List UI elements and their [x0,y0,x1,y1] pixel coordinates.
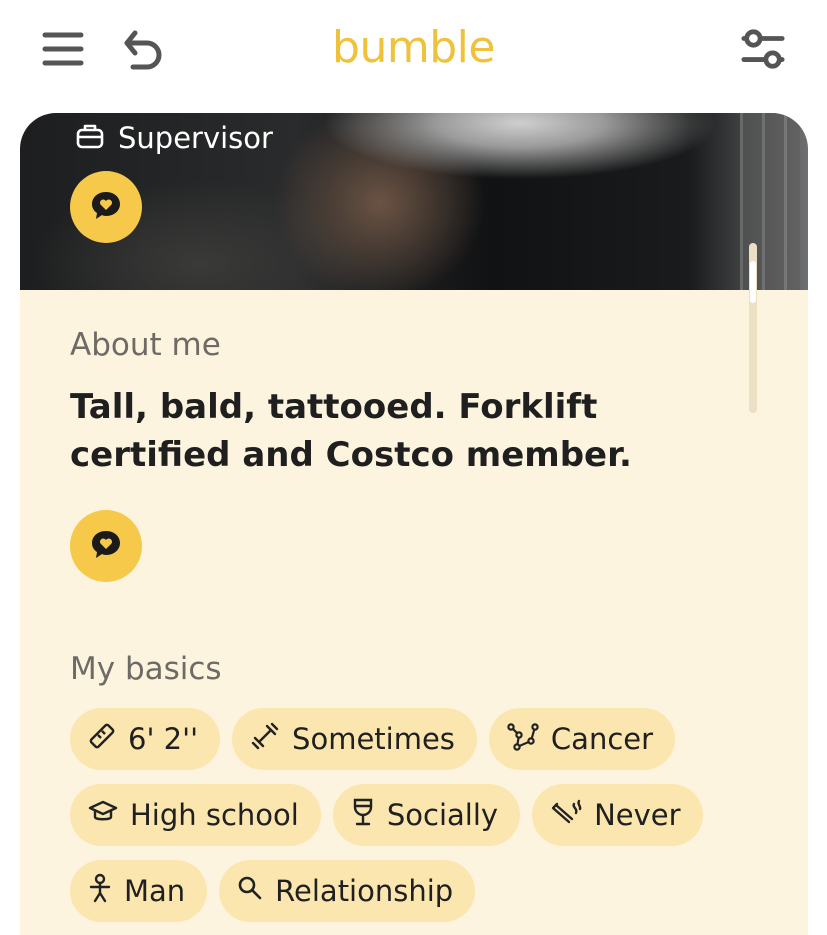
chip-label: Socially [386,798,499,832]
brand-logo: bumble [332,22,495,73]
my-basics-heading: My basics [70,651,222,687]
chip-gender: Man [70,860,208,922]
profile-photo: Supervisor [20,113,808,290]
chip-label: Cancer [550,722,654,756]
comment-button-photo[interactable] [70,171,142,243]
basics-chip-list: 6' 2'' Sometimes Cancer High school Soci… [70,708,770,935]
chip-smoking: Never [532,784,703,846]
magnifier-icon [237,874,263,908]
briefcase-icon [76,123,104,153]
chip-label: Sometimes [292,722,455,756]
chip-exercise: Sometimes [232,708,477,770]
chip-label: Never [594,798,681,832]
chat-heart-icon [89,189,123,225]
chip-education: High school [70,784,321,846]
chip-looking-for: Relationship [219,860,476,922]
chip-label: Man [124,874,186,908]
job-title: Supervisor [118,121,273,155]
chip-height: 6' 2'' [70,708,221,770]
ruler-icon [88,722,116,757]
scrollbar[interactable] [749,243,757,413]
chip-zodiac: Cancer [488,708,676,770]
chip-label: Relationship [275,874,454,908]
scrollbar-thumb[interactable] [750,261,756,303]
chat-heart-icon [89,528,123,564]
zodiac-constellation-icon [507,721,539,758]
dumbbell-icon [250,721,280,758]
person-icon [88,873,112,910]
filter-sliders-icon[interactable] [740,26,786,72]
about-me-heading: About me [70,327,221,363]
chip-drinking: Socially [332,784,521,846]
smoking-icon [550,798,582,833]
chip-label: 6' 2'' [128,722,199,756]
wine-glass-icon [351,797,375,834]
chip-label: High school [130,798,299,832]
about-me-text: Tall, bald, tattooed. Forklift certified… [70,387,632,475]
job-label: Supervisor [76,121,273,155]
graduation-cap-icon [88,798,118,832]
top-bar: bumble [0,0,827,112]
profile-card[interactable]: Supervisor About me Tall, bald, tattooed… [20,113,808,935]
comment-button-about[interactable] [70,510,142,582]
